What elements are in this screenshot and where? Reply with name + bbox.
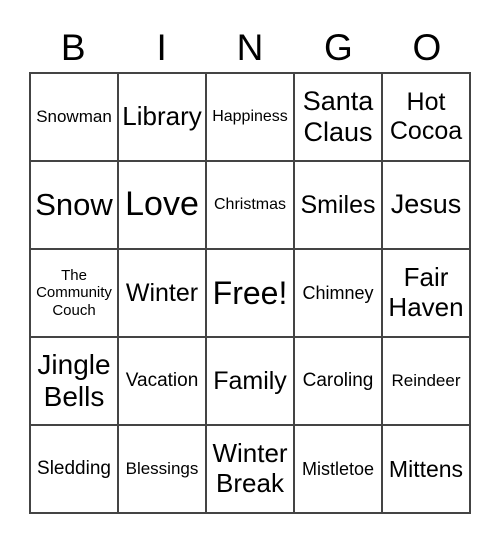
bingo-cell[interactable]: Snow [30,161,118,249]
bingo-cell[interactable]: Reindeer [382,337,470,425]
bingo-cell[interactable]: Chimney [294,249,382,337]
bingo-cell[interactable]: Vacation [118,337,206,425]
bingo-cell[interactable]: Santa Claus [294,73,382,161]
bingo-cell[interactable]: Mistletoe [294,425,382,513]
bingo-cell[interactable]: Sledding [30,425,118,513]
bingo-cell[interactable]: Winter Break [206,425,294,513]
bingo-cell[interactable]: Hot Cocoa [382,73,470,161]
bingo-cell[interactable]: Jesus [382,161,470,249]
header-letter-n: N [236,27,264,68]
bingo-cell[interactable]: Mittens [382,425,470,513]
bingo-cell[interactable]: Caroling [294,337,382,425]
bingo-cell[interactable]: Smiles [294,161,382,249]
bingo-cell[interactable]: Blessings [118,425,206,513]
bingo-cell[interactable]: Fair Haven [382,249,470,337]
bingo-cell[interactable]: The Community Couch [30,249,118,337]
bingo-cell[interactable]: Jingle Bells [30,337,118,425]
free-space-cell[interactable]: Free! [206,249,294,337]
header-letter-b: B [60,27,86,68]
bingo-cell[interactable]: Snowman [30,73,118,161]
bingo-cell[interactable]: Library [118,73,206,161]
bingo-cell[interactable]: Family [206,337,294,425]
bingo-cell[interactable]: Love [118,161,206,249]
header-letter-g: G [324,27,353,68]
bingo-grid: Snowman Library Happiness Santa Claus Ho… [29,72,471,514]
header-letter-i: I [156,27,167,68]
bingo-cell[interactable]: Happiness [206,73,294,161]
bingo-header: B I N G O [29,26,471,70]
bingo-cell[interactable]: Winter [118,249,206,337]
bingo-cell[interactable]: Christmas [206,161,294,249]
header-letter-o: O [412,27,442,68]
